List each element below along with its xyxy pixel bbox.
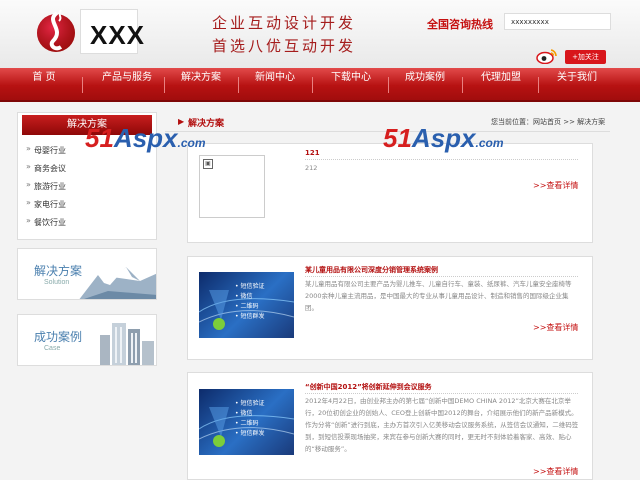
article-1-more-link[interactable]: >>查看详情: [533, 180, 578, 191]
article-3-summary: 2012年4月22日，由创业邦主办的第七届“创新中国DEMO CHINA 201…: [305, 397, 579, 453]
nav-item-solutions[interactable]: 解决方案: [172, 68, 230, 100]
article-3-title[interactable]: “创新中国2012”将创新延伸到会议服务: [305, 382, 432, 392]
weibo-icon[interactable]: [536, 48, 558, 64]
article-2-thumbnail[interactable]: • 短信验证 • 微信 • 二维码 • 短信群发: [199, 272, 294, 338]
breadcrumb: 您当前位置：网站首页 >> 解决方案: [491, 118, 606, 126]
thumb-menu-list: • 短信验证 • 微信 • 二维码 • 短信群发: [235, 400, 265, 437]
slogan-line2: 首选八优互动开发: [212, 37, 357, 55]
buildings-image: [100, 323, 154, 365]
site-header: XXX 企业互动设计开发 首选八优互动开发 全国咨询热线 xxxxxxxxx +…: [0, 0, 640, 68]
mountain-image: [79, 267, 156, 299]
main-nav: 首 页 产品与服务 解决方案 新闻中心 下载中心 成功案例 代理加盟 关于我们: [0, 68, 640, 102]
nav-item-cases[interactable]: 成功案例: [396, 68, 454, 100]
article-2-title[interactable]: 某儿童用品有限公司深度分销管理系统案例: [305, 265, 438, 275]
case-banner[interactable]: 成功案例 Case: [17, 314, 157, 366]
sidebar-item-tourism[interactable]: 旅游行业: [26, 180, 66, 192]
watermark-right: 51Aspx.com: [383, 123, 504, 153]
hotline-value: xxxxxxxxx: [504, 13, 611, 30]
article-2-more-link[interactable]: >>查看详情: [533, 322, 578, 333]
watermark-left: 51Aspx.com: [85, 123, 206, 153]
article-2-summary: 某儿童用品有限公司主要产品为婴儿推车、儿童自行车、童装、纸尿裤、汽车儿童安全座椅…: [305, 280, 572, 312]
article-1-title[interactable]: 121: [305, 149, 320, 157]
sidebar-item-maternity[interactable]: 母婴行业: [26, 144, 66, 156]
sidebar-item-appliance[interactable]: 家电行业: [26, 198, 66, 210]
article-3-thumbnail[interactable]: • 短信验证 • 微信 • 二维码 • 短信群发: [199, 389, 294, 455]
broken-image-icon: ▣: [203, 159, 213, 169]
case-banner-subtitle: Case: [44, 345, 61, 352]
logo-swirl-icon: [37, 9, 75, 52]
solution-banner-title: 解决方案: [34, 264, 83, 278]
hotline-label: 全国咨询热线: [427, 18, 493, 31]
thumb-menu-list: • 短信验证 • 微信 • 二维码 • 短信群发: [235, 283, 265, 320]
nav-item-home[interactable]: 首 页: [18, 68, 70, 100]
solution-banner-subtitle: Solution: [44, 279, 70, 286]
article-3-more-link[interactable]: >>查看详情: [533, 466, 578, 477]
nav-item-news[interactable]: 新闻中心: [246, 68, 304, 100]
slogan-line1: 企业互动设计开发: [212, 14, 357, 32]
sidebar-item-business-meeting[interactable]: 商务会议: [26, 162, 66, 174]
logo-text: XXX: [90, 20, 146, 50]
follow-button[interactable]: +加关注: [565, 50, 606, 64]
solution-banner[interactable]: 解决方案 Solution: [17, 248, 157, 300]
sidebar-item-catering[interactable]: 餐饮行业: [26, 216, 66, 228]
article-1-summary: 212: [305, 164, 318, 172]
nav-item-downloads[interactable]: 下载中心: [322, 68, 380, 100]
case-banner-title: 成功案例: [34, 330, 83, 344]
nav-item-agency[interactable]: 代理加盟: [472, 68, 530, 100]
nav-item-products[interactable]: 产品与服务: [92, 68, 162, 100]
nav-item-about[interactable]: 关于我们: [548, 68, 606, 100]
